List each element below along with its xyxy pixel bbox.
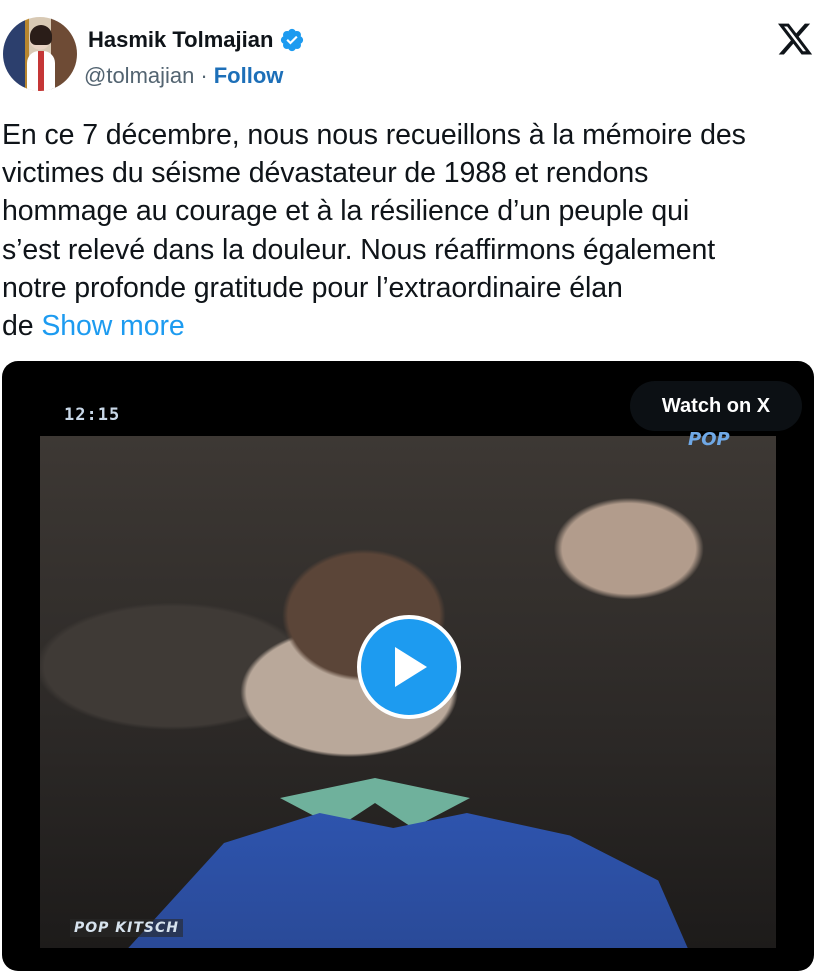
video-timestamp-overlay: 12:15	[64, 405, 121, 425]
follow-button[interactable]: Follow	[214, 63, 284, 89]
tweet-text-line: En ce 7 décembre, nous nous recueillons …	[2, 119, 746, 151]
avatar-hair	[30, 25, 52, 45]
verified-badge-icon	[281, 28, 304, 52]
author-handle-row: @tolmajian · Follow	[84, 63, 283, 89]
tweet-text-last-line: de Show more	[2, 307, 814, 345]
separator-dot: ·	[200, 63, 208, 88]
tweet-text: En ce 7 décembre, nous nous recueillons …	[2, 116, 814, 345]
author-name-row: Hasmik Tolmajian	[88, 27, 305, 53]
avatar[interactable]	[3, 17, 77, 91]
author-name[interactable]: Hasmik Tolmajian	[88, 27, 273, 53]
tweet-text-line: victimes du séisme dévastateur de 1988 e…	[2, 157, 649, 190]
tweet-text-line: notre profonde gratitude pour l’extraord…	[2, 271, 623, 304]
tweet-text-prefix: de	[2, 310, 34, 343]
play-button[interactable]	[357, 615, 461, 719]
show-more-link[interactable]: Show more	[41, 310, 184, 342]
x-logo-icon[interactable]	[776, 20, 814, 58]
tweet-header: Hasmik Tolmajian @tolmajian · Follow	[0, 0, 816, 110]
play-icon	[395, 647, 427, 687]
tweet-text-line: s’est relevé dans la douleur. Nous réaff…	[2, 233, 716, 266]
watch-on-x-button[interactable]: Watch on X	[630, 381, 802, 431]
avatar-body	[27, 51, 55, 91]
video-player[interactable]: 12:15 POP POP KITSCH Watch on X	[2, 361, 814, 971]
video-bottom-logo: POP KITSCH	[70, 919, 183, 937]
author-handle[interactable]: @tolmajian	[84, 63, 194, 89]
video-channel-logo: POP	[688, 429, 730, 450]
tweet-text-line: hommage au courage et à la résilience d’…	[2, 195, 690, 228]
